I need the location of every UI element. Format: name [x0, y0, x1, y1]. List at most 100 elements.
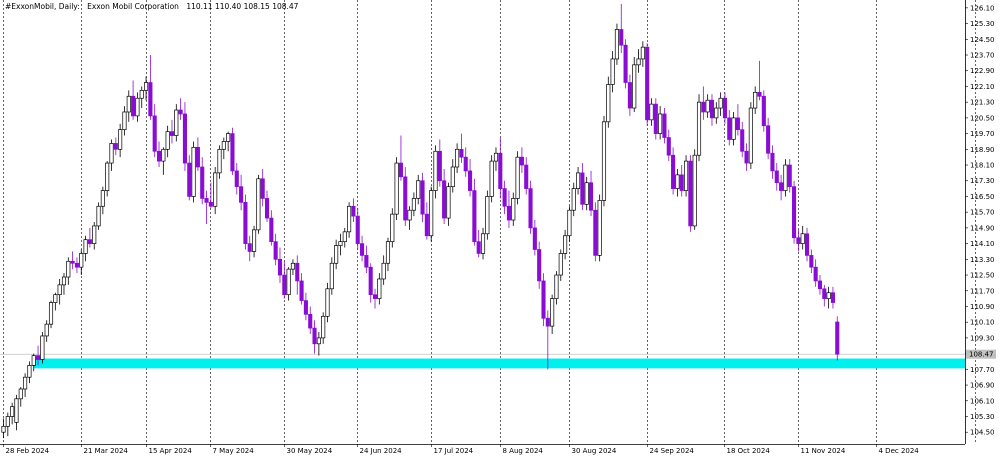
candle-bullish [584, 182, 589, 205]
candle-bearish [239, 186, 244, 203]
candle-bearish [627, 82, 632, 109]
candle-bearish [709, 99, 715, 119]
candle-bullish [377, 278, 382, 299]
y-tick-label: 126.10 [970, 4, 995, 12]
candle-bearish [299, 280, 304, 301]
candle-bearish [403, 176, 408, 221]
candle-bearish [398, 162, 403, 178]
chart-area[interactable]: 28 Feb 2024 21 Mar 2024 15 Apr 2024 7 May 2… [0, 0, 1000, 457]
candle-bullish [826, 292, 831, 299]
candle-bullish [489, 160, 494, 197]
y-tick-label: 122.90 [970, 67, 995, 75]
x-tick-label: 28 Feb 2024 [6, 447, 50, 455]
candle-bearish [169, 131, 175, 136]
candle-bearish [182, 113, 187, 164]
candle-bullish [705, 99, 710, 113]
candle-bearish [420, 180, 425, 215]
candle-bullish [576, 172, 581, 189]
candle-bullish [450, 166, 455, 187]
y-tick-label: 124.50 [970, 36, 995, 44]
candle-bearish [230, 133, 235, 172]
candle-bearish [468, 170, 473, 191]
candlestick-chart[interactable]: 28 Feb 2024 21 Mar 2024 15 Apr 2024 7 May 2… [0, 0, 1000, 457]
candle-bearish [537, 249, 542, 282]
y-tick-label: 112.50 [970, 272, 995, 280]
candle-bullish [14, 398, 19, 423]
candle-bullish [429, 190, 434, 237]
candle-bullish [614, 29, 619, 60]
current-price-tag: 108.47 [966, 349, 996, 359]
candle-bearish [671, 154, 676, 189]
candle-bearish [308, 313, 313, 329]
candle-bearish [303, 300, 308, 315]
candle-bearish [804, 233, 810, 256]
candle-bullish [109, 143, 114, 164]
y-tick-label: 123.70 [970, 52, 995, 60]
candle-bullish [226, 133, 231, 142]
candle-bearish [424, 213, 429, 237]
candle-bullish [92, 225, 97, 244]
candle-bearish [593, 209, 598, 256]
candle-bearish [187, 162, 192, 197]
candle-bullish [515, 156, 520, 199]
candle-bearish [688, 160, 693, 227]
candle-bullish [256, 178, 261, 231]
candle-bearish [243, 202, 248, 244]
y-tick-label: 114.90 [970, 224, 995, 232]
candle-bullish [571, 188, 576, 211]
candle-bearish [351, 205, 356, 217]
candle-bullish [550, 298, 555, 327]
candle-bearish [679, 174, 684, 191]
candle-bullish [411, 198, 416, 211]
candle-bearish [774, 170, 779, 184]
candle-bullish [433, 150, 438, 191]
candle-bearish [295, 262, 300, 282]
support-zone [34, 358, 965, 369]
chart-header: #ExxonMobil, Daily: Exxon Mobil Corporat… [5, 2, 303, 11]
candle-bearish [364, 255, 369, 268]
x-tick-label: 11 Nov 2024 [801, 447, 846, 455]
x-tick-label: 15 Apr 2024 [149, 447, 193, 455]
candle-bullish [191, 146, 196, 197]
candle-bullish [718, 97, 723, 109]
candle-bearish [588, 182, 594, 211]
candle-bearish [360, 243, 365, 256]
candle-bullish [606, 84, 611, 123]
candle-bullish [290, 262, 295, 270]
candle-bearish [498, 152, 503, 189]
candle-bearish [355, 215, 360, 244]
candle-bearish [312, 327, 317, 345]
candle-bearish [809, 255, 814, 268]
candle-bullish [329, 262, 334, 290]
candle-bullish [338, 241, 343, 246]
candle-bullish [446, 186, 451, 219]
candle-bearish [580, 172, 585, 205]
candle-bearish [442, 180, 447, 219]
candle-bullish [139, 90, 144, 99]
candle-bearish [200, 166, 205, 199]
candle-bullish [493, 152, 499, 162]
candle-bearish [204, 198, 209, 203]
candle-bearish [519, 156, 524, 166]
candle-bullish [83, 239, 88, 254]
candle-bullish [135, 97, 140, 117]
candle-bullish [753, 91, 758, 109]
candle-bearish [817, 280, 823, 290]
candle-bullish [640, 46, 645, 60]
candle-bearish [653, 103, 658, 134]
candle-bearish [152, 115, 157, 152]
candle-bearish [208, 202, 213, 207]
y-tick-label: 118.10 [970, 162, 995, 170]
candle-bearish [247, 243, 252, 252]
y-tick-label: 122.10 [970, 83, 995, 91]
candle-bearish [722, 97, 727, 119]
candle-bullish [174, 109, 179, 136]
candle-bullish [44, 323, 49, 337]
y-tick-label: 120.50 [970, 114, 995, 122]
candle-bearish [727, 117, 732, 140]
candle-bullish [394, 162, 399, 215]
candle-bearish [761, 95, 766, 127]
grid-lines [3, 0, 976, 444]
ohlc-readout: 110.11 110.40 108.15 108.47 [186, 2, 299, 11]
candle-bearish [619, 29, 624, 46]
